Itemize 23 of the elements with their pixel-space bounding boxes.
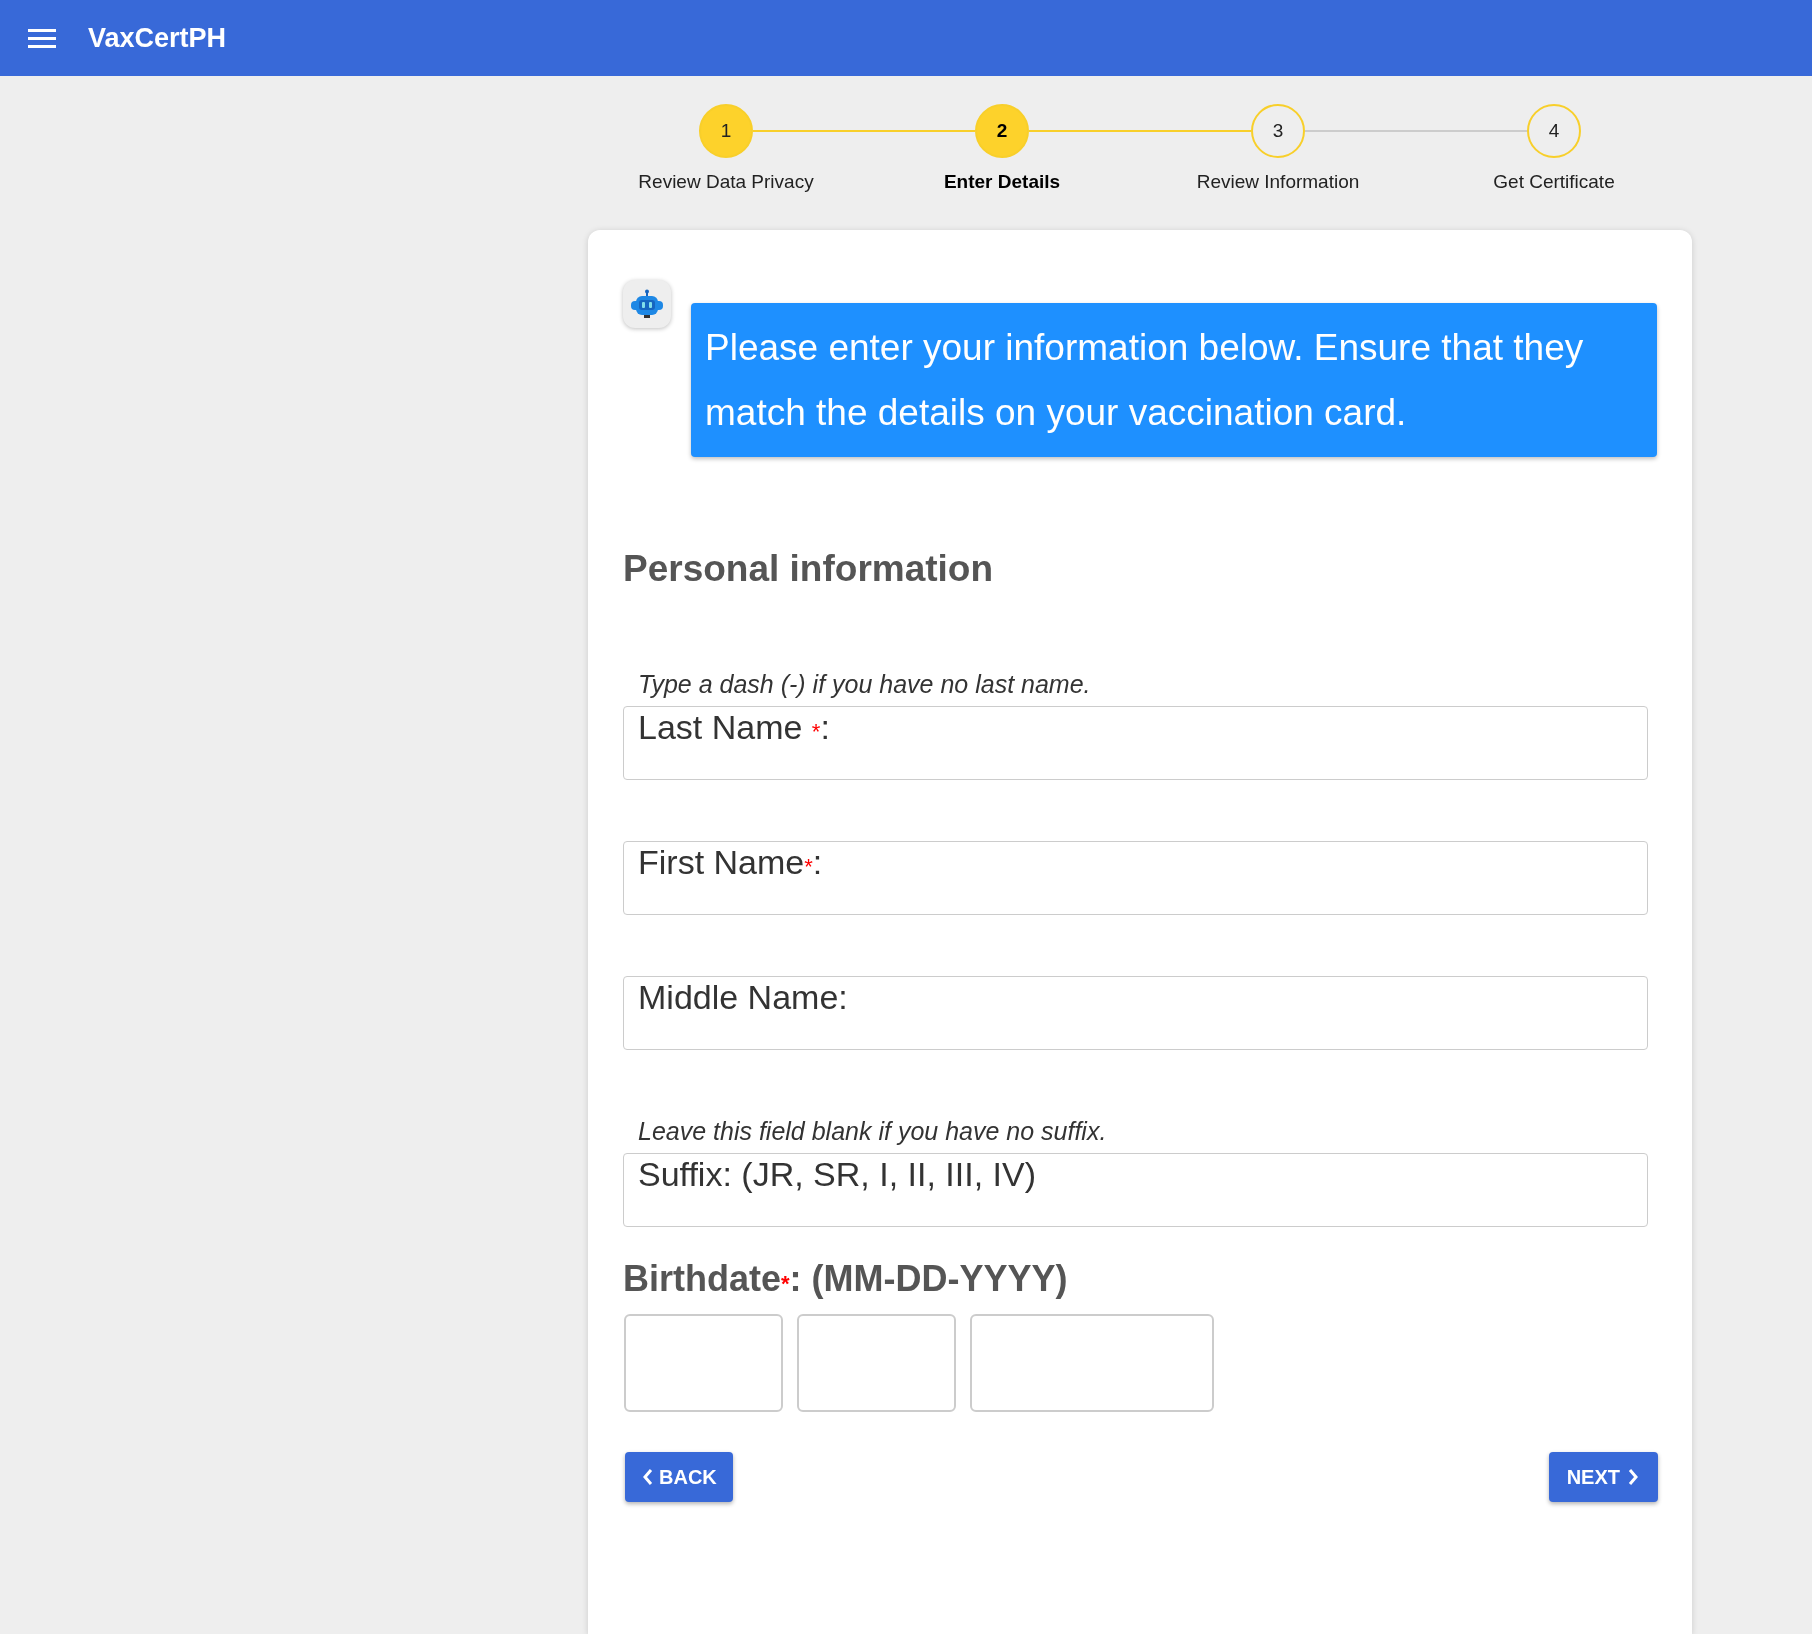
menu-icon[interactable] [28, 28, 56, 48]
back-button[interactable]: BACK [625, 1452, 733, 1502]
step-label: Review Data Privacy [638, 170, 814, 194]
input-field[interactable]: Middle Name: [623, 976, 1648, 1050]
robot-avatar-icon [623, 280, 671, 328]
date-input[interactable] [624, 1314, 783, 1412]
message-bubble: Please enter your information below. Ensure that they match the details on your vaccination card. [691, 303, 1657, 457]
input-field[interactable]: First Name*: [623, 841, 1648, 915]
chevron-right-icon [1626, 1468, 1640, 1486]
date-input[interactable] [797, 1314, 956, 1412]
step-label: Review Information [1196, 170, 1360, 194]
next-button[interactable]: NEXT [1548, 1452, 1658, 1502]
birthdate-label: Birthdate*: (MM-DD-YYYY) [623, 1257, 1069, 1301]
section-heading: Personal information [623, 547, 995, 591]
step-label: Get Certificate [1493, 170, 1615, 194]
app-title: VaxCertPH [88, 21, 227, 55]
date-input[interactable] [970, 1314, 1214, 1412]
chevron-left-icon [641, 1468, 655, 1486]
step-label: Enter Details [943, 170, 1061, 194]
field-hint: Leave this field blank if you have no suffix. [637, 1116, 1108, 1147]
field-hint: Type a dash (-) if you have no last name. [637, 669, 1092, 700]
input-field[interactable]: Last Name *: [623, 706, 1648, 780]
input-field[interactable]: Suffix: (JR, SR, I, II, III, IV) [623, 1153, 1648, 1227]
